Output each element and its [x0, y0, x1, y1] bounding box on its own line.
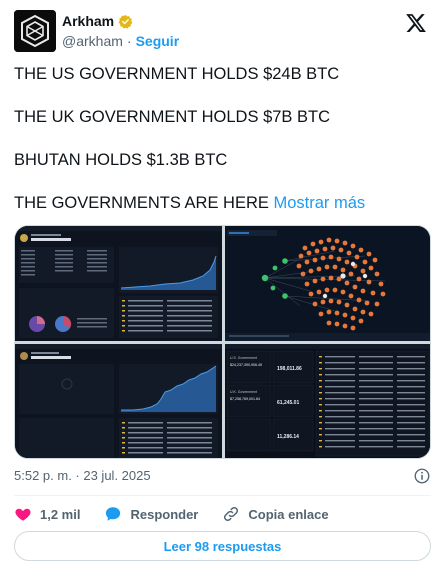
x-logo-icon[interactable] [405, 12, 427, 34]
reply-label: Responder [130, 506, 199, 522]
like-button[interactable]: 1,2 mil [14, 505, 80, 523]
action-bar: 1,2 mil Responder Copia enlace [14, 503, 431, 525]
media-grid: U.S. Government $24,237,390,906.45 198,0… [14, 225, 431, 459]
avatar[interactable] [14, 10, 56, 52]
post-line-1: THE US GOVERNMENT HOLDS $24B BTC [14, 65, 340, 83]
panel4-row1-stat: 198,011.86 [277, 366, 302, 372]
heart-icon [15, 508, 31, 521]
copy-link-button[interactable]: Copia enlace [222, 505, 329, 523]
panel4-row1-value: $24,237,390,906.45 [230, 363, 262, 367]
post-header: Arkham @arkham · Seguir [14, 10, 431, 54]
post-timestamp[interactable]: 5:52 p. m. · 23 jul. 2025 [14, 468, 151, 483]
author-name-row: Arkham [62, 13, 133, 29]
media-image-1[interactable] [15, 226, 222, 341]
post-line-2: THE UK GOVERNMENT HOLDS $7B BTC [14, 108, 331, 126]
author-name[interactable]: Arkham [62, 13, 114, 29]
post-line-4-wrap: THE GOVERNMENTS ARE HERE Mostrar más [14, 193, 431, 214]
like-count: 1,2 mil [40, 506, 81, 522]
panel4-row2-stat: 61,245.01 [277, 400, 299, 406]
panel4-row2-value: $7,258,769,001.84 [230, 397, 260, 401]
panel4-row1-label: U.S. Government [230, 356, 257, 360]
link-icon [224, 506, 239, 522]
post-line-4: THE GOVERNMENTS ARE HERE [14, 194, 269, 212]
copy-link-label: Copia enlace [248, 506, 329, 522]
follow-button[interactable]: Seguir [136, 33, 180, 49]
post-card: Arkham @arkham · Seguir THE US GOVERNMEN… [0, 0, 445, 574]
media-image-2[interactable] [225, 226, 430, 341]
panel4-row2-label: U.K. Government [230, 390, 257, 394]
post-text: THE US GOVERNMENT HOLDS $24B BTC THE UK … [14, 64, 431, 236]
read-replies-button[interactable]: Leer 98 respuestas [14, 531, 431, 561]
reply-button[interactable]: Responder [104, 505, 198, 523]
verified-badge-icon [118, 14, 133, 29]
handle-separator: · [126, 33, 132, 49]
info-icon[interactable] [413, 467, 431, 485]
divider [14, 495, 431, 496]
post-line-3: BHUTAN HOLDS $1.3B BTC [14, 151, 228, 169]
reply-bubble-icon [106, 507, 121, 521]
author-handle-row: @arkham · Seguir [62, 33, 179, 49]
media-image-3[interactable] [15, 344, 222, 458]
panel4-row3-stat: 11,286.14 [277, 434, 299, 440]
author-handle[interactable]: @arkham [62, 33, 123, 49]
media-image-4[interactable]: U.S. Government $24,237,390,906.45 198,0… [225, 344, 430, 458]
show-more-link[interactable]: Mostrar más [273, 194, 365, 212]
